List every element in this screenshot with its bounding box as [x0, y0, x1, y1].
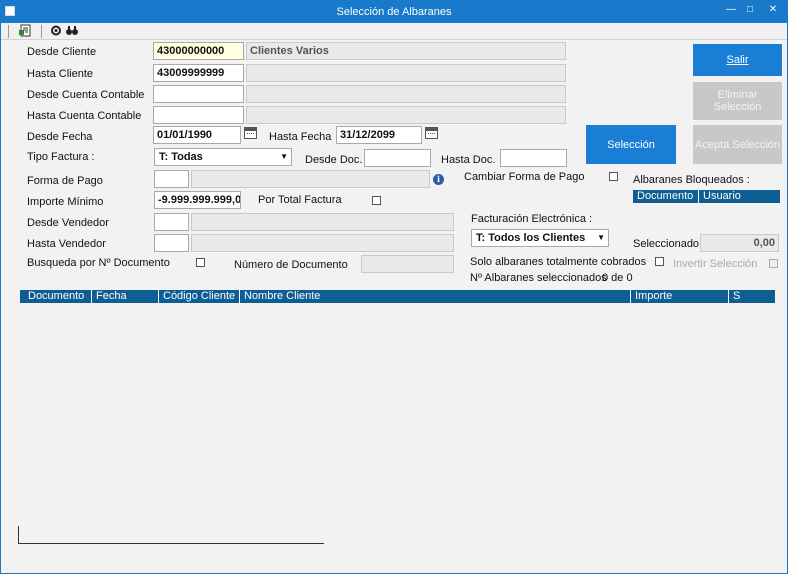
- toolbar-separator: [8, 25, 9, 38]
- hasta-cliente-label: Hasta Cliente: [27, 68, 94, 80]
- hasta-fecha-input[interactable]: 31/12/2099: [336, 126, 422, 144]
- window-title: Selección de Albaranes: [336, 6, 452, 18]
- numero-documento-input[interactable]: [361, 255, 454, 273]
- column-fecha[interactable]: Fecha: [92, 290, 159, 303]
- tipo-factura-label: Tipo Factura :: [27, 151, 95, 163]
- desde-cliente-input[interactable]: 43000000000: [153, 42, 244, 60]
- importe-minimo-label: Importe Mínimo: [27, 196, 104, 208]
- hasta-vendedor-input[interactable]: [154, 234, 189, 252]
- forma-pago-label: Forma de Pago: [27, 175, 103, 187]
- hasta-cliente-input[interactable]: 43009999999: [153, 64, 244, 82]
- column-importe[interactable]: Importe: [631, 290, 729, 303]
- hasta-doc-label: Hasta Doc.: [441, 154, 496, 166]
- desde-fecha-label: Desde Fecha: [27, 131, 93, 143]
- seleccionado-label: Seleccionado: [633, 238, 700, 250]
- hasta-cuenta-label: Hasta Cuenta Contable: [27, 110, 142, 122]
- por-total-factura-checkbox[interactable]: [372, 196, 381, 205]
- calendar-icon[interactable]: [425, 127, 438, 139]
- albaranes-bloqueados-label: Albaranes Bloqueados :: [633, 174, 750, 186]
- maximize-icon[interactable]: □: [742, 4, 758, 15]
- hasta-vendedor-label: Hasta Vendedor: [27, 238, 106, 250]
- chevron-down-icon: ▼: [597, 233, 605, 242]
- status-bar: [18, 526, 324, 544]
- solo-cobrados-label: Solo albaranes totalmente cobrados: [470, 256, 647, 268]
- invertir-seleccion-label: Invertir Selección: [673, 258, 758, 270]
- desde-cliente-label: Desde Cliente: [27, 46, 97, 58]
- facturacion-electronica-value: T: Todos los Clientes: [476, 232, 586, 244]
- busqueda-doc-label: Busqueda por Nº Documento: [27, 257, 170, 269]
- por-total-factura-label: Por Total Factura: [258, 194, 342, 206]
- selection-window: Selección de Albaranes — □ ✕ Desde Clien…: [0, 0, 788, 574]
- cambiar-forma-pago-label: Cambiar Forma de Pago: [464, 171, 585, 183]
- column-s[interactable]: S: [729, 290, 775, 303]
- seleccionados-value: 0 de 0: [602, 272, 633, 284]
- title-bar: Selección de Albaranes — □ ✕: [1, 1, 787, 23]
- column-codigo-cliente[interactable]: Código Cliente: [159, 290, 240, 303]
- toolbar: [1, 23, 787, 40]
- desde-cuenta-input[interactable]: [153, 85, 244, 103]
- invertir-seleccion-checkbox[interactable]: [769, 259, 778, 268]
- export-icon[interactable]: [15, 24, 35, 39]
- column-usuario[interactable]: Usuario: [699, 190, 780, 203]
- desde-vendedor-label: Desde Vendedor: [27, 217, 109, 229]
- tipo-factura-value: T: Todas: [159, 151, 203, 163]
- info-icon[interactable]: i: [433, 174, 444, 185]
- salir-button[interactable]: Salir: [693, 44, 782, 76]
- column-documento[interactable]: Documento: [24, 290, 92, 303]
- numero-documento-label: Número de Documento: [234, 259, 348, 271]
- forma-pago-input[interactable]: [154, 170, 189, 188]
- albaranes-grid-body[interactable]: [20, 304, 775, 524]
- column-nombre-cliente[interactable]: Nombre Cliente: [240, 290, 631, 303]
- facturacion-electronica-label: Facturación Electrónica :: [471, 213, 593, 225]
- tipo-factura-select[interactable]: T: Todas ▼: [154, 148, 292, 166]
- bloqueados-table-header: Documento Usuario: [633, 190, 780, 203]
- close-icon[interactable]: ✕: [765, 4, 781, 15]
- calendar-icon[interactable]: [244, 127, 257, 139]
- hasta-fecha-label: Hasta Fecha: [269, 131, 332, 143]
- desde-cliente-nombre: Clientes Varios: [246, 42, 566, 60]
- acepta-seleccion-button[interactable]: Acepta Selección: [693, 125, 782, 164]
- binoculars-icon[interactable]: [62, 24, 82, 39]
- cambiar-forma-pago-checkbox[interactable]: [609, 172, 618, 181]
- desde-vendedor-input[interactable]: [154, 213, 189, 231]
- desde-fecha-input[interactable]: 01/01/1990: [153, 126, 241, 144]
- desde-cuenta-label: Desde Cuenta Contable: [27, 89, 145, 101]
- chevron-down-icon: ▼: [280, 152, 288, 161]
- hasta-cuenta-input[interactable]: [153, 106, 244, 124]
- hasta-cliente-nombre: [246, 64, 566, 82]
- desde-doc-input[interactable]: [364, 149, 431, 167]
- desde-vendedor-nombre: [191, 213, 454, 231]
- desde-cuenta-nombre: [246, 85, 566, 103]
- forma-pago-nombre: [191, 170, 430, 188]
- hasta-vendedor-nombre: [191, 234, 454, 252]
- minimize-icon[interactable]: —: [723, 4, 739, 15]
- facturacion-electronica-select[interactable]: T: Todos los Clientes ▼: [471, 229, 609, 247]
- solo-cobrados-checkbox[interactable]: [655, 257, 664, 266]
- column-documento[interactable]: Documento: [633, 190, 699, 203]
- eliminar-seleccion-button[interactable]: Eliminar Selección: [693, 82, 782, 120]
- toolbar-separator: [41, 25, 42, 38]
- albaranes-grid-header: Documento Fecha Código Cliente Nombre Cl…: [20, 290, 775, 303]
- busqueda-doc-checkbox[interactable]: [196, 258, 205, 267]
- hasta-cuenta-nombre: [246, 106, 566, 124]
- seleccionado-value: 0,00: [700, 234, 779, 252]
- desde-doc-label: Desde Doc.: [305, 154, 363, 166]
- seleccionados-label: Nº Albaranes seleccionados: [470, 272, 607, 284]
- seleccion-button[interactable]: Selección: [586, 125, 676, 164]
- hasta-doc-input[interactable]: [500, 149, 567, 167]
- importe-minimo-input[interactable]: -9.999.999.999,00: [154, 191, 241, 209]
